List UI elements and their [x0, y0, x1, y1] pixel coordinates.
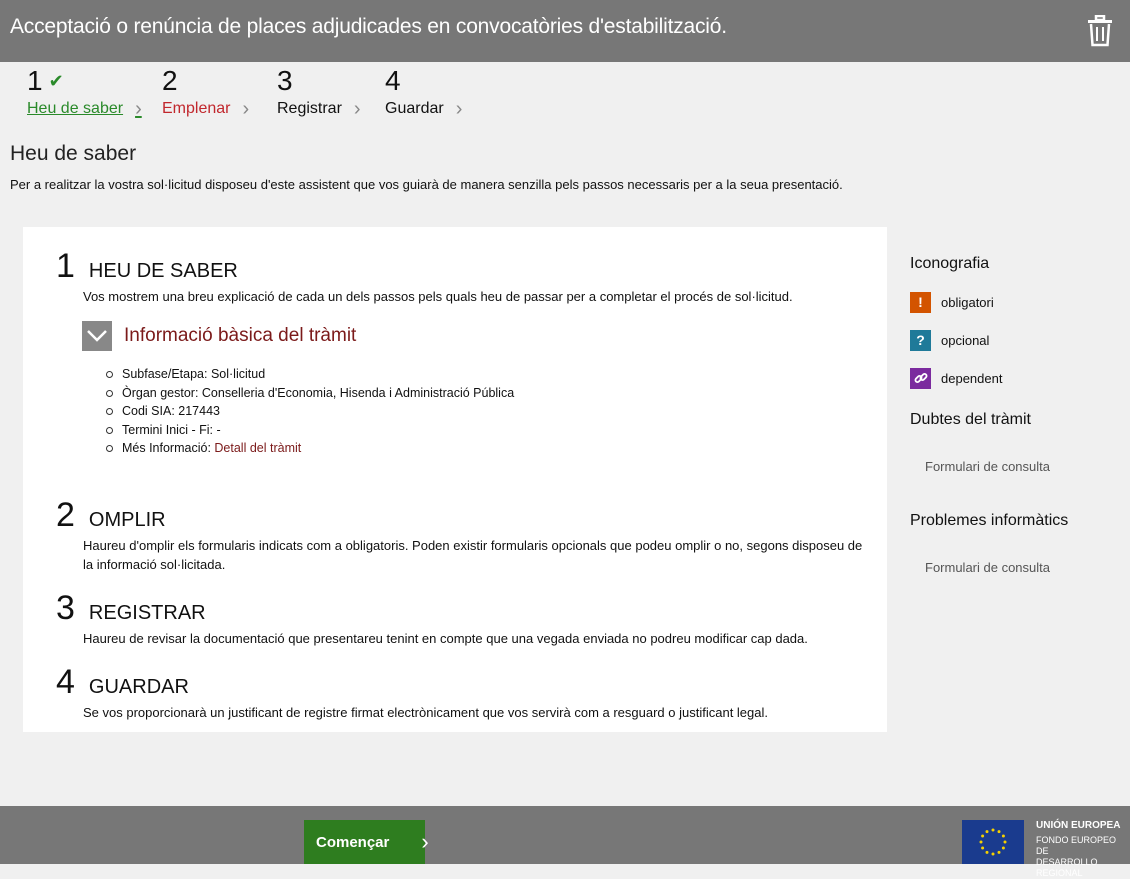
- legend-item: ! obligatori: [910, 289, 1120, 315]
- step-number: 3: [277, 65, 293, 96]
- top-bar: Acceptació o renúncia de places adjudica…: [0, 0, 1130, 62]
- problems-title: Problemes informàtics: [910, 512, 1069, 529]
- legend-label: dependent: [941, 370, 1003, 386]
- exclamation-icon: !: [910, 291, 931, 313]
- footer-bar: Començar › UNIÓN EUROPEA FONDO EUROPEO D…: [0, 806, 1130, 878]
- eu-line-2: DESARROLLO REGIONAL: [1036, 857, 1098, 878]
- section-omplir: 2 OMPLIR Haureu d'omplir els formularis i…: [56, 498, 873, 574]
- page-title: Heu de saber: [10, 142, 137, 165]
- legend-item: dependent: [910, 365, 1120, 391]
- window-title: Acceptació o renúncia de places adjudica…: [10, 15, 727, 38]
- step-2: 2 Emplenar ›: [162, 62, 250, 120]
- section-description: Vos mostrem una breu explicació de cada …: [83, 289, 793, 304]
- link-icon: [910, 367, 931, 389]
- section-heu-de-saber: 1 HEU DE SABER Vos mostrem una breu expli…: [56, 249, 873, 306]
- trash-button[interactable]: [1069, 0, 1130, 62]
- step-number: 2: [162, 65, 178, 96]
- section-number: 1: [56, 247, 75, 285]
- section-guardar: 4 GUARDAR Se vos proporcionarà un justifi…: [56, 665, 873, 722]
- step-link-registrar[interactable]: Registrar ›: [277, 98, 361, 120]
- legend-item: ? opcional: [910, 327, 1120, 353]
- legend-label: obligatori: [941, 294, 994, 310]
- list-item: Subfase/Etapa: Sol·licitud: [106, 365, 514, 384]
- problems-form-link[interactable]: Formulari de consulta: [925, 560, 1120, 575]
- sidebar: Iconografia ! obligatori ? opcional depe…: [910, 255, 1120, 575]
- start-button[interactable]: Començar ›: [304, 820, 429, 864]
- list-item: Òrgan gestor: Conselleria d'Economia, Hi…: [106, 384, 514, 403]
- info-list: Subfase/Etapa: Sol·licitud Òrgan gestor:…: [106, 365, 514, 458]
- step-number: 1: [27, 65, 43, 96]
- step-label: Registrar: [277, 100, 342, 117]
- chevron-right-icon: ›: [455, 98, 463, 120]
- eu-logo: UNIÓN EUROPEA FONDO EUROPEO DE DESARROLL…: [962, 820, 1130, 879]
- eu-text: UNIÓN EUROPEA FONDO EUROPEO DE DESARROLL…: [1036, 820, 1130, 879]
- trash-icon: [1087, 15, 1112, 47]
- page-intro: Per a realitzar la vostra sol·licitud di…: [10, 177, 843, 192]
- chevron-down-icon: [82, 321, 112, 351]
- doubts-form-link[interactable]: Formulari de consulta: [925, 459, 1120, 474]
- list-item: Codi SIA: 217443: [106, 402, 514, 421]
- section-title: OMPLIR: [88, 509, 166, 531]
- eu-line-1: FONDO EUROPEO DE: [1036, 835, 1117, 856]
- section-number: 3: [56, 589, 75, 627]
- list-item: Més Informació: Detall del tràmit: [106, 439, 514, 458]
- section-description: Haureu d'omplir els formularis indicats …: [83, 538, 863, 572]
- section-title: REGISTRAR: [88, 602, 206, 624]
- legend-label: opcional: [941, 332, 990, 348]
- step-label: Emplenar: [162, 100, 231, 117]
- eu-flag-icon: [962, 820, 1024, 864]
- section-number: 2: [56, 496, 75, 534]
- detail-link[interactable]: Detall del tràmit: [214, 441, 301, 455]
- step-link-heu-de-saber[interactable]: Heu de saber ›: [27, 98, 142, 120]
- section-description: Se vos proporcionarà un justificant de r…: [83, 705, 768, 720]
- check-icon: ✔: [48, 71, 64, 91]
- info-toggle-label: Informació bàsica del tràmit: [124, 325, 357, 346]
- chevron-right-icon: ›: [135, 98, 142, 120]
- wizard-steps: 1 ✔ Heu de saber › 2 Emplenar › 3 Registrar…: [0, 62, 1130, 132]
- more-info-label: Més Informació:: [122, 441, 215, 455]
- step-1: 1 ✔ Heu de saber ›: [27, 62, 142, 120]
- step-link-emplenar[interactable]: Emplenar ›: [162, 98, 250, 120]
- start-button-label: Començar: [316, 833, 390, 851]
- chevron-right-icon: ›: [242, 98, 250, 120]
- step-label: Guardar: [385, 100, 444, 117]
- info-card: 1 HEU DE SABER Vos mostrem una breu expli…: [23, 227, 887, 732]
- icon-legend: ! obligatori ? opcional dependent: [910, 289, 1120, 391]
- section-title: GUARDAR: [88, 676, 189, 698]
- list-item: Termini Inici - Fi: -: [106, 421, 514, 440]
- doubts-title: Dubtes del tràmit: [910, 411, 1031, 428]
- section-description: Haureu de revisar la documentació que pr…: [83, 631, 808, 646]
- step-4: 4 Guardar ›: [385, 62, 463, 120]
- info-toggle[interactable]: Informació bàsica del tràmit: [82, 321, 356, 351]
- section-registrar: 3 REGISTRAR Haureu de revisar la document…: [56, 591, 873, 648]
- step-label: Heu de saber: [27, 100, 124, 117]
- iconography-title: Iconografia: [910, 255, 990, 272]
- step-3: 3 Registrar ›: [277, 62, 361, 120]
- chevron-right-icon: ›: [421, 829, 429, 854]
- section-number: 4: [56, 663, 75, 701]
- section-title: HEU DE SABER: [88, 260, 238, 282]
- eu-title: UNIÓN EUROPEA: [1036, 820, 1121, 831]
- step-number: 4: [385, 65, 401, 96]
- question-icon: ?: [910, 329, 931, 351]
- chevron-right-icon: ›: [353, 98, 361, 120]
- step-link-guardar[interactable]: Guardar ›: [385, 98, 463, 120]
